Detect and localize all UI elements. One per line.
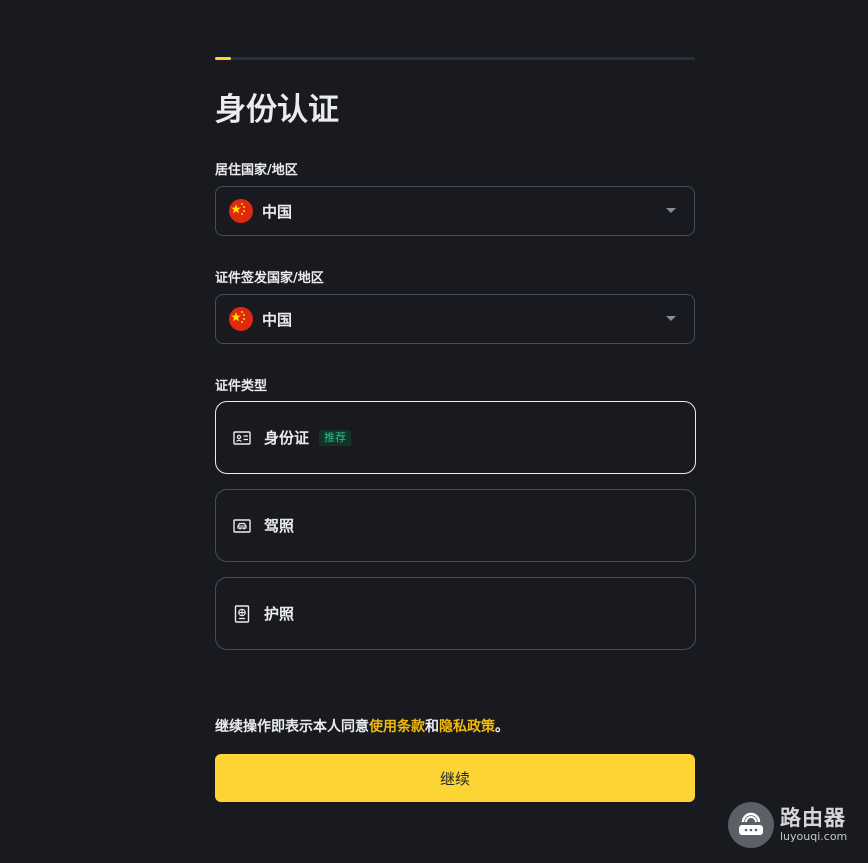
terms-of-use-link[interactable]: 使用条款 <box>369 719 425 735</box>
residence-value: 中国 <box>262 202 293 221</box>
terms-conjunction: 和 <box>425 719 439 735</box>
recommended-badge: 推荐 <box>319 429 352 446</box>
issuing-select[interactable]: 中国 <box>215 294 695 344</box>
continue-button[interactable]: 继续 <box>215 754 695 802</box>
issuing-value: 中国 <box>262 310 293 329</box>
page: 身份认证 居住国家/地区 中国 证件签发国家/地区 中国 证件类型 身份证 推荐… <box>0 0 868 863</box>
terms-notice: 继续操作即表示本人同意使用条款和隐私政策。 <box>215 717 509 737</box>
caret-down-icon <box>666 316 676 321</box>
passport-icon <box>233 604 251 623</box>
watermark: 路由器 luyouqi.com <box>728 800 858 850</box>
router-logo-icon <box>728 802 774 848</box>
watermark-en: luyouqi.com <box>780 830 848 843</box>
id-card-icon <box>233 429 251 447</box>
page-title: 身份认证 <box>215 92 339 128</box>
progress-bar <box>215 57 695 60</box>
doc-option-label: 身份证 <box>264 429 310 447</box>
doc-option-driver-license[interactable]: 驾照 <box>215 489 696 562</box>
terms-prefix: 继续操作即表示本人同意 <box>215 719 369 735</box>
residence-label: 居住国家/地区 <box>215 163 298 178</box>
progress-bar-fill <box>215 57 231 60</box>
doc-option-label: 护照 <box>264 605 295 623</box>
watermark-cn: 路由器 <box>780 806 846 830</box>
issuing-label: 证件签发国家/地区 <box>215 271 324 286</box>
residence-select[interactable]: 中国 <box>215 186 695 236</box>
driver-license-icon <box>233 517 251 535</box>
terms-suffix: 。 <box>495 719 509 735</box>
doc-option-id-card[interactable]: 身份证 推荐 <box>215 401 696 474</box>
caret-down-icon <box>666 208 676 213</box>
china-flag-icon <box>229 307 253 331</box>
watermark-text: 路由器 luyouqi.com <box>780 806 847 844</box>
doc-option-passport[interactable]: 护照 <box>215 577 696 650</box>
doc-option-label: 驾照 <box>264 517 295 535</box>
privacy-policy-link[interactable]: 隐私政策 <box>439 719 495 735</box>
doc-type-label: 证件类型 <box>215 379 268 394</box>
china-flag-icon <box>229 199 253 223</box>
